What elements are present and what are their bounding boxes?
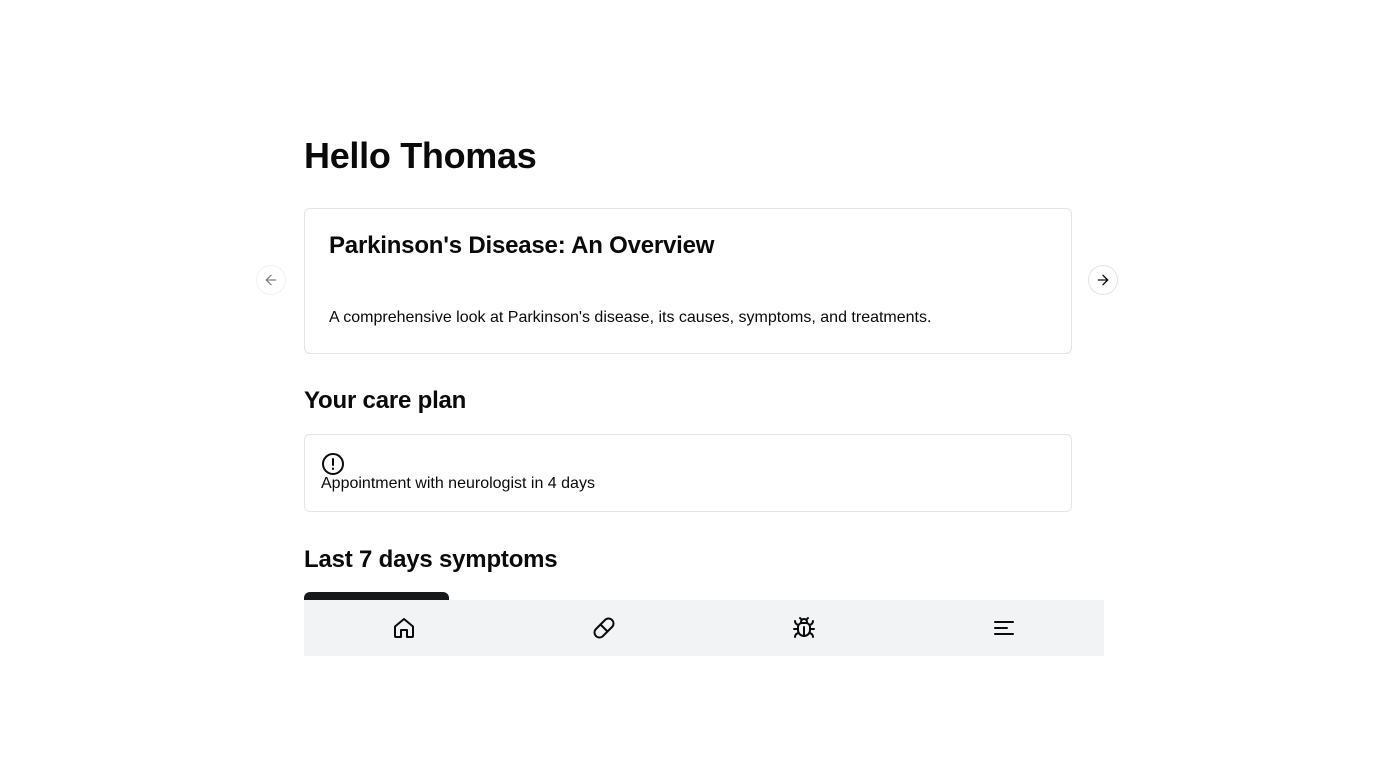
article-card[interactable]: Parkinson's Disease: An Overview A compr… [304, 208, 1072, 354]
page-title: Hello Thomas [304, 135, 537, 176]
nav-home[interactable] [304, 600, 504, 656]
menu-icon [992, 616, 1016, 640]
app-page: Hello Thomas Parkinson's Disease: An Ove… [0, 0, 1376, 768]
nav-medication[interactable] [504, 600, 704, 656]
carousel-next-button[interactable] [1088, 265, 1118, 295]
nav-menu[interactable] [904, 600, 1104, 656]
care-plan-heading: Your care plan [304, 387, 467, 414]
symptoms-heading: Last 7 days symptoms [304, 546, 558, 573]
arrow-right-icon [1095, 272, 1111, 288]
nav-symptoms[interactable] [704, 600, 904, 656]
pill-icon [592, 616, 616, 640]
bottom-nav [304, 600, 1104, 656]
home-icon [392, 616, 416, 640]
care-plan-item[interactable]: Appointment with neurologist in 4 days [304, 434, 1072, 512]
carousel-prev-button[interactable] [256, 265, 286, 295]
care-plan-item-text: Appointment with neurologist in 4 days [321, 475, 595, 492]
arrow-left-icon [263, 272, 279, 288]
bug-icon [792, 616, 816, 640]
article-description: A comprehensive look at Parkinson's dise… [329, 309, 932, 326]
article-title: Parkinson's Disease: An Overview [329, 232, 715, 259]
